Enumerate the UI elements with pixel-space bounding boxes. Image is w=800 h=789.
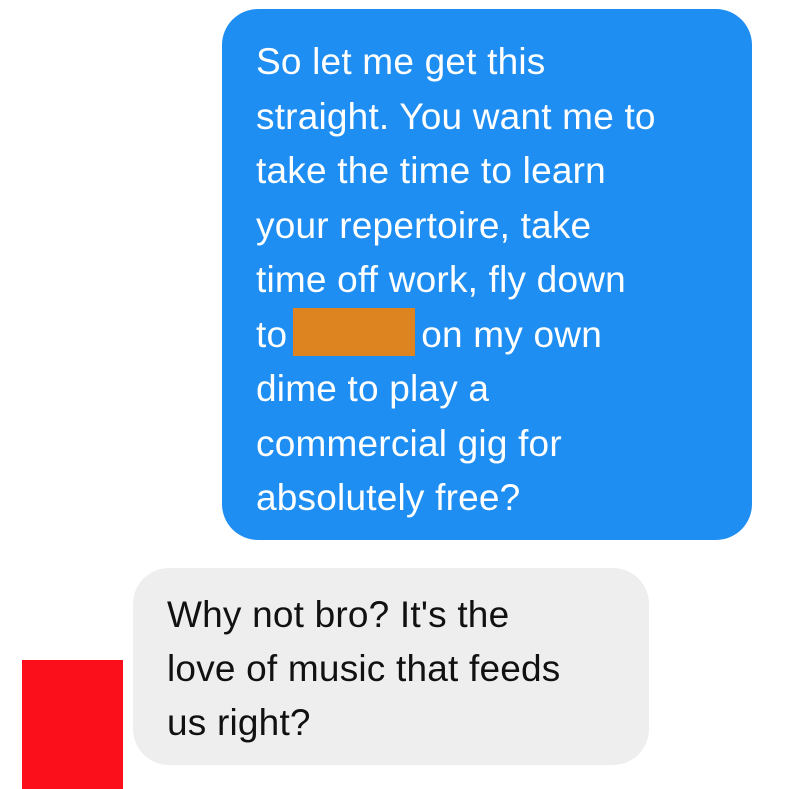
- message-text-fragment: on my own: [421, 313, 602, 355]
- message-line: time off work, fly down: [256, 259, 626, 300]
- message-line: absolutely free?: [256, 477, 521, 518]
- redacted-location-block: [293, 307, 416, 356]
- message-line: Why not bro? It's the: [167, 594, 510, 635]
- message-line-with-redaction: to on my own: [256, 307, 722, 363]
- message-line: your repertoire, take: [256, 204, 592, 246]
- message-line: dime to play a: [256, 368, 490, 409]
- incoming-message-bubble[interactable]: Why not bro? It's the love of music that…: [133, 568, 649, 765]
- message-line: commercial gig for: [256, 422, 562, 464]
- message-line: us right?: [167, 702, 311, 743]
- message-thread: So let me get this straight. You want me…: [0, 0, 800, 789]
- message-line: straight. You want me to: [256, 95, 656, 137]
- message-line: love of music that feeds: [167, 648, 561, 689]
- outgoing-message-bubble[interactable]: So let me get this straight. You want me…: [222, 9, 752, 540]
- message-text-fragment: to: [256, 313, 288, 355]
- message-line: take the time to learn: [256, 150, 606, 191]
- redacted-avatar: [22, 660, 123, 789]
- message-line: So let me get this: [256, 41, 546, 82]
